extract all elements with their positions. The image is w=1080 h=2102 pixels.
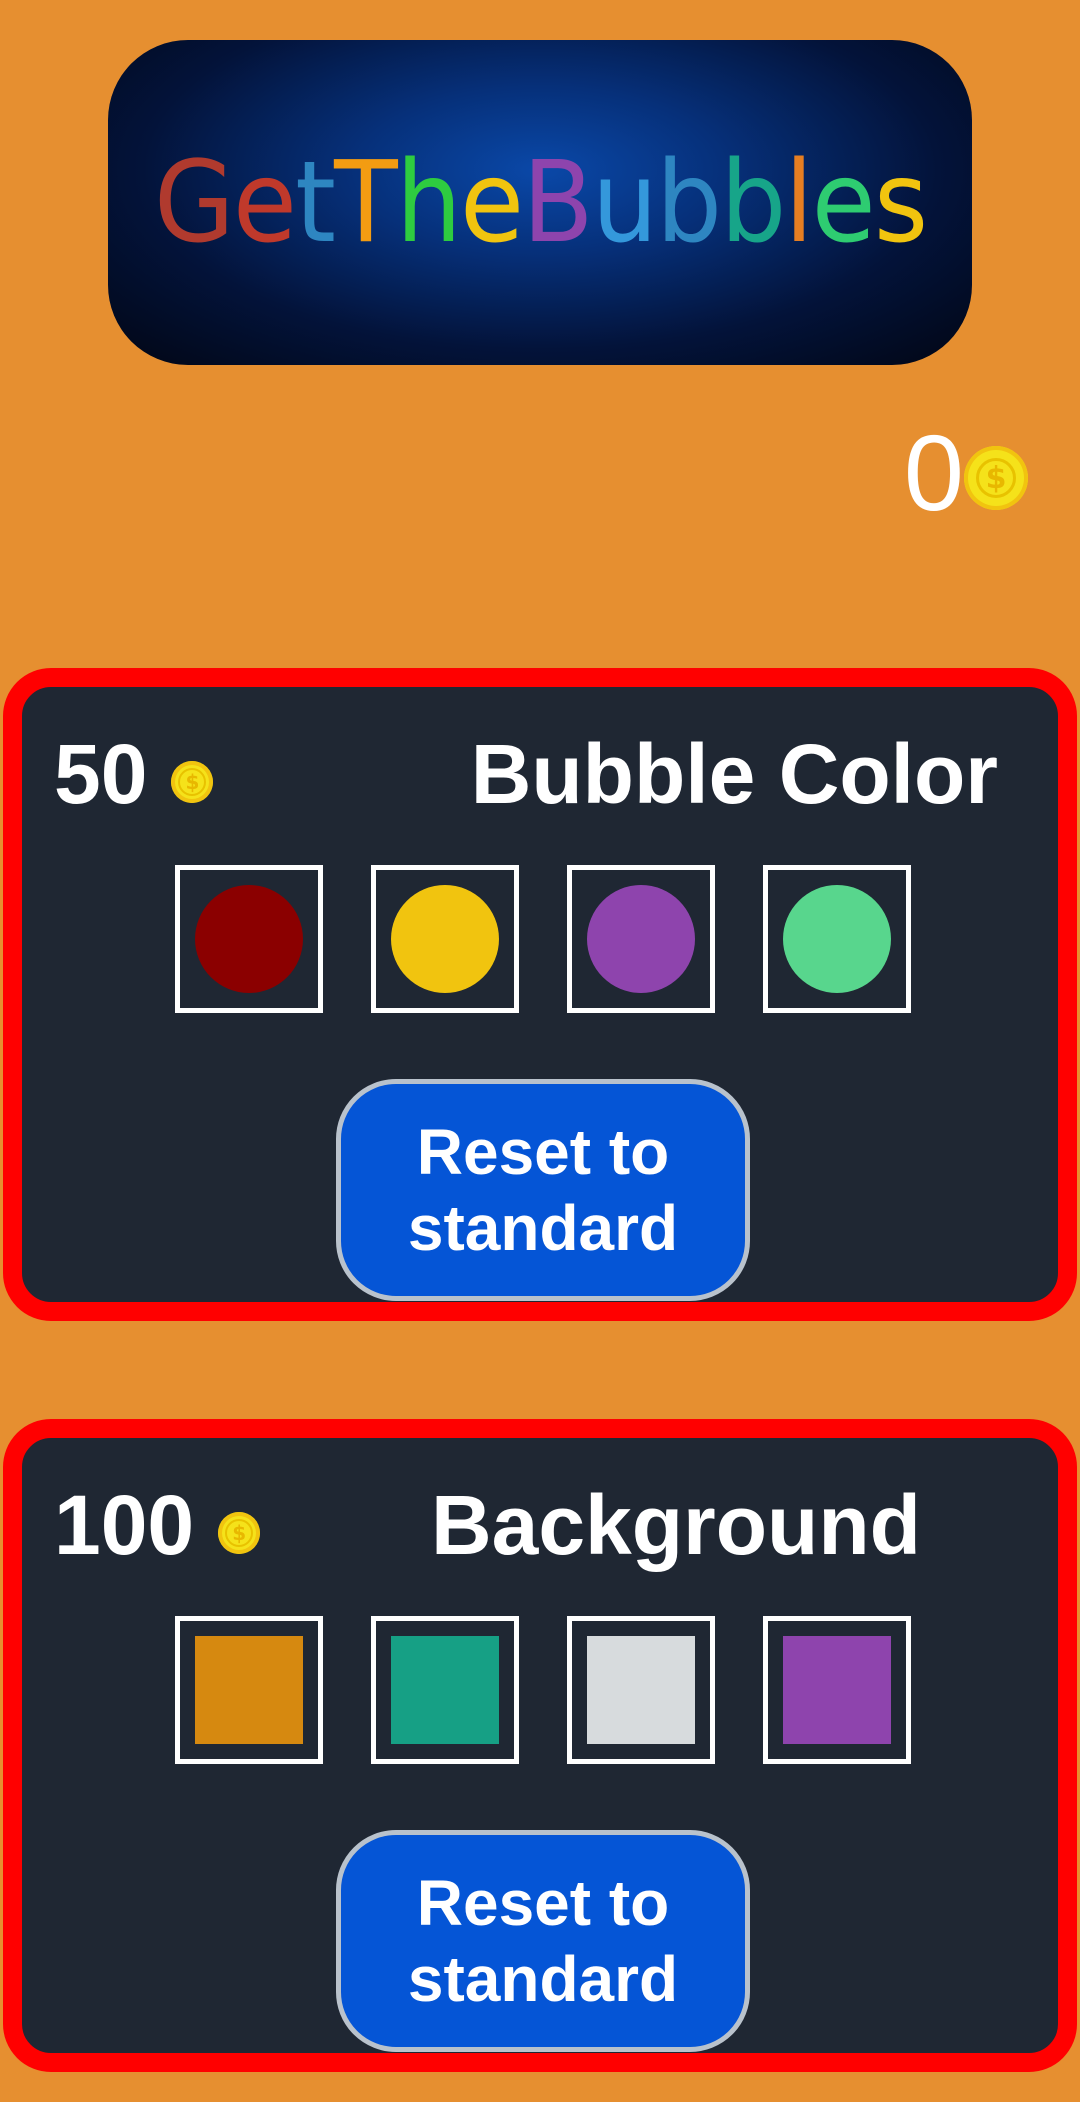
background-title: Background	[430, 1478, 921, 1572]
reset-bubble-color-button[interactable]: Reset to standard	[336, 1079, 750, 1301]
app-logo: GetTheBubbles	[108, 40, 972, 365]
bubble-color-option-1[interactable]	[175, 865, 323, 1013]
logo-letter: T	[333, 137, 398, 268]
background-header: 100 Background	[54, 1478, 1026, 1573]
reset-background-button[interactable]: Reset to standard	[336, 1830, 750, 2052]
bubble-color-panel: 50 Bubble Color Reset to standard	[3, 668, 1077, 1321]
background-panel: 100 Background Reset to standard	[3, 1419, 1077, 2072]
logo-letter: e	[811, 137, 875, 268]
logo-letter: b	[720, 137, 786, 268]
logo-letter: b	[655, 137, 722, 268]
background-option-3[interactable]	[567, 1616, 715, 1764]
background-color-square	[587, 1636, 695, 1744]
logo-letter: e	[232, 137, 297, 268]
background-option-1[interactable]	[175, 1616, 323, 1764]
background-color-square	[391, 1636, 499, 1744]
bubble-color-option-2[interactable]	[371, 865, 519, 1013]
bubble-color-title: Bubble Color	[470, 727, 998, 821]
bubble-color-dot	[587, 885, 695, 993]
background-price: 100	[54, 1478, 195, 1572]
bubble-color-price: 50	[54, 727, 148, 821]
bubble-color-option-4[interactable]	[763, 865, 911, 1013]
logo-letter: B	[522, 137, 593, 268]
background-color-square	[783, 1636, 891, 1744]
logo-letter: e	[459, 137, 524, 268]
background-options	[175, 1616, 911, 1764]
logo-letter: l	[784, 137, 813, 268]
logo-letter: G	[153, 137, 235, 268]
logo-letter: s	[873, 137, 928, 268]
coin-icon	[218, 1511, 261, 1554]
logo-letter: u	[591, 137, 658, 268]
app-logo-text: GetTheBubbles	[153, 137, 928, 268]
coin-balance-value: 0	[903, 412, 964, 533]
background-option-4[interactable]	[763, 1616, 911, 1764]
bubble-color-option-3[interactable]	[567, 865, 715, 1013]
coin-icon	[964, 446, 1028, 510]
logo-letter: t	[294, 137, 336, 268]
background-color-square	[195, 1636, 303, 1744]
bubble-color-header: 50 Bubble Color	[54, 727, 1026, 822]
background-option-2[interactable]	[371, 1616, 519, 1764]
bubble-color-options	[175, 865, 911, 1013]
coin-balance: 0	[904, 418, 1028, 528]
bubble-color-dot	[391, 885, 499, 993]
bubble-color-dot	[783, 885, 891, 993]
coin-icon	[171, 760, 214, 803]
logo-letter: h	[395, 137, 462, 268]
bubble-color-dot	[195, 885, 303, 993]
